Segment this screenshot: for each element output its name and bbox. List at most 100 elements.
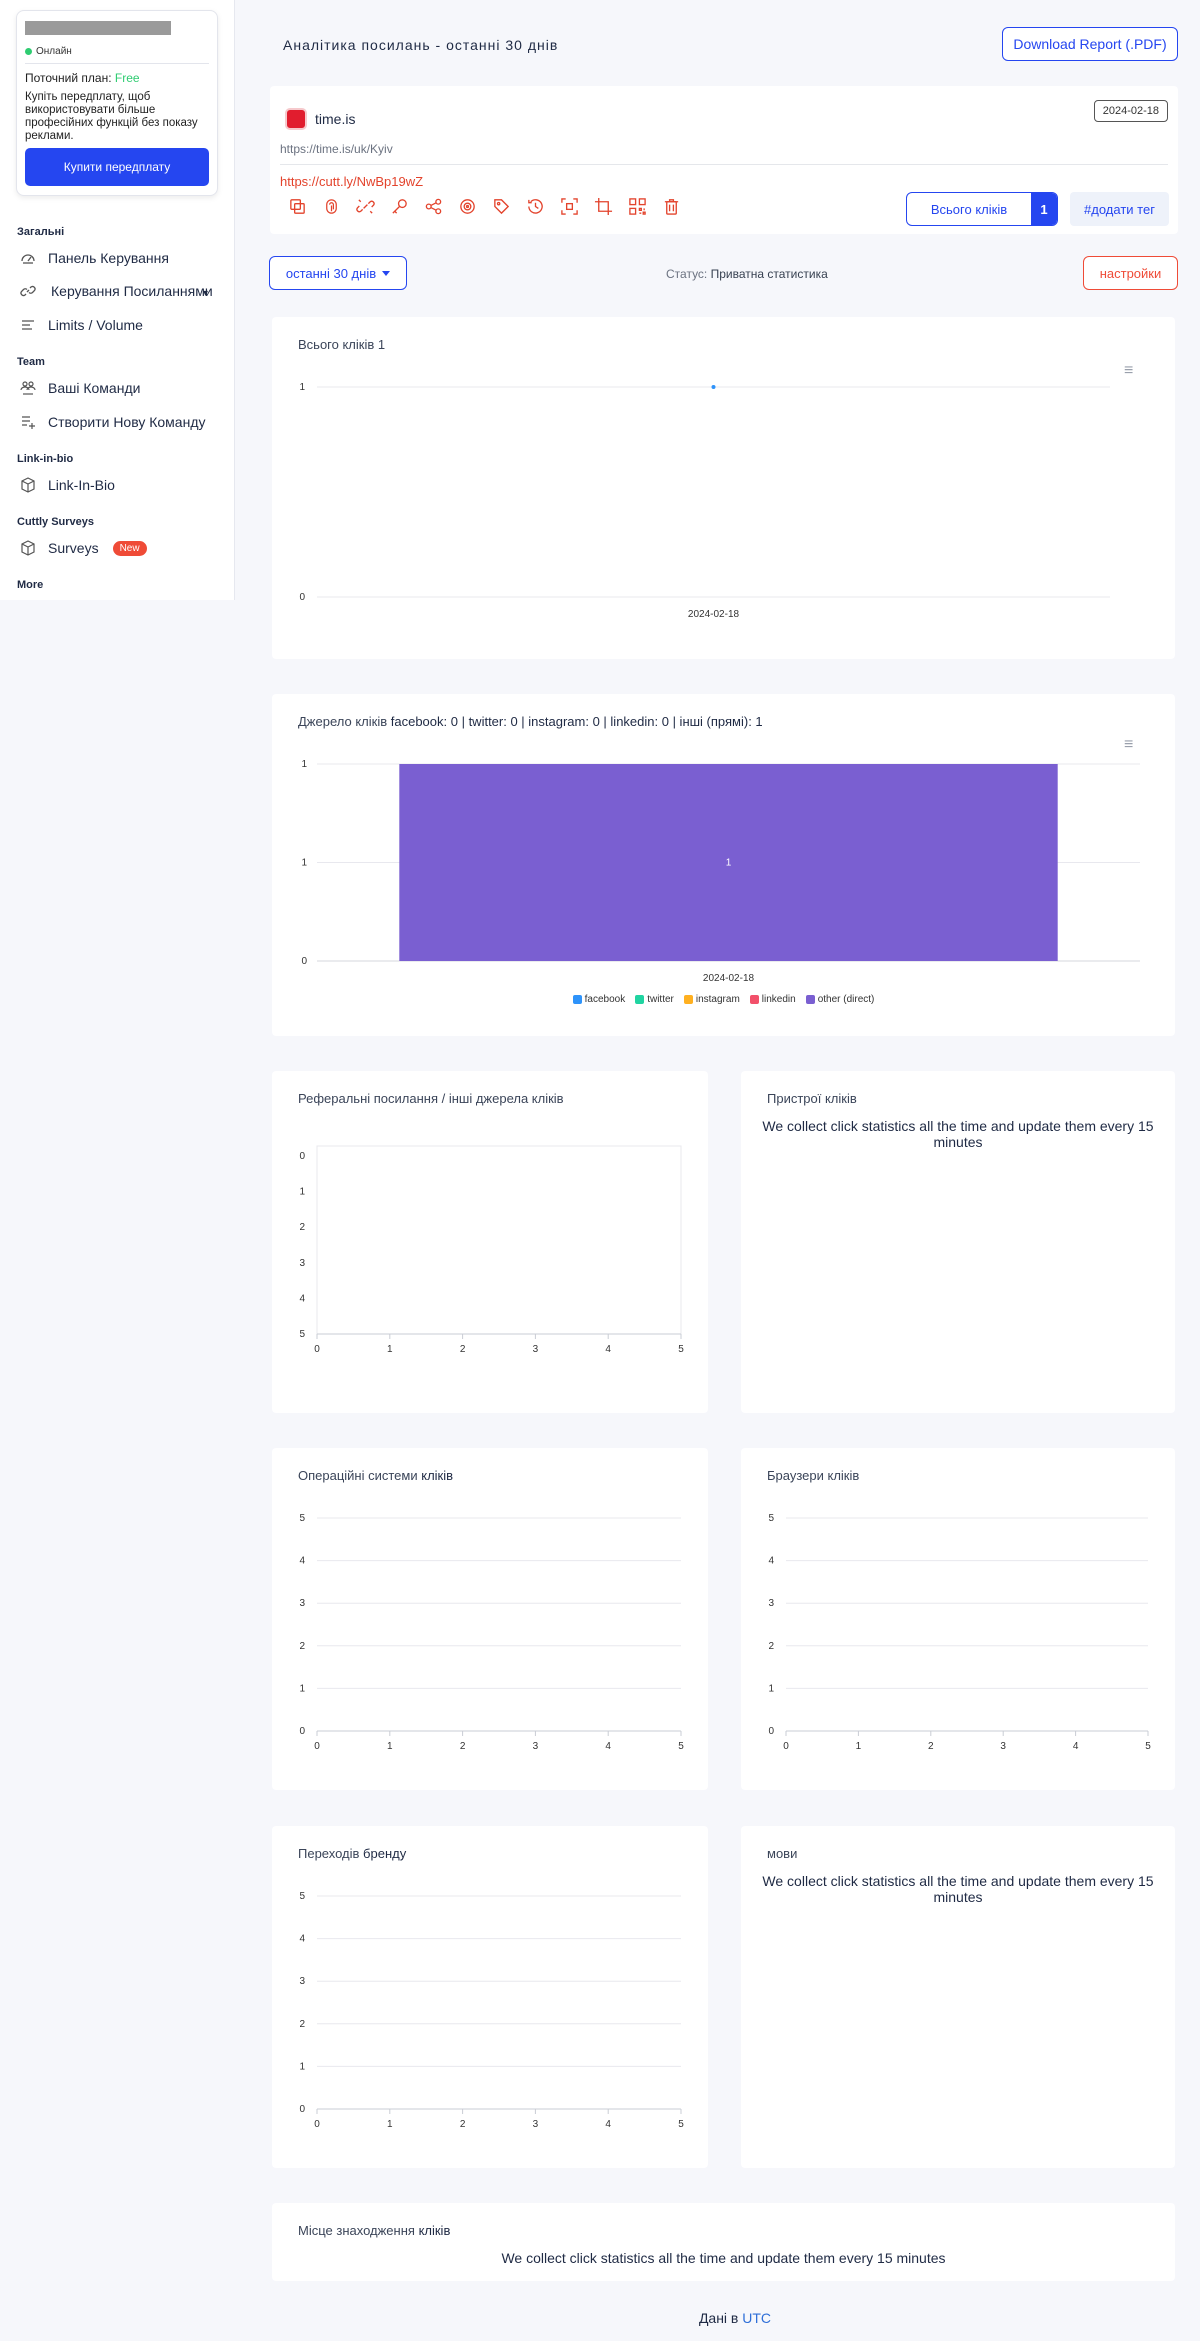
sidebar-item-label: Limits / Volume xyxy=(48,317,143,333)
nav-section-linkinbio: Link-in-bio xyxy=(17,453,74,465)
sidebar-item-dashboard[interactable]: Панель Керування xyxy=(20,250,169,266)
copy-icon[interactable] xyxy=(288,197,307,216)
sidebar-item-teams[interactable]: Ваші Команди xyxy=(20,380,140,396)
online-status: Онлайн xyxy=(25,46,72,57)
legend-item[interactable]: twitter xyxy=(635,994,674,1005)
legend-swatch xyxy=(805,995,815,1004)
total-clicks-label: Всього кліків xyxy=(930,201,1008,217)
sidebar-item-label: Surveys xyxy=(48,540,99,556)
legend-swatch xyxy=(683,995,693,1004)
x-tick-label: 0 xyxy=(314,1344,320,1355)
dashboard-gauge-icon xyxy=(20,250,36,266)
plan-value: Free xyxy=(114,71,140,85)
panel-title-text: Місце знаходження xyxy=(298,2223,419,2238)
y-tick-label: 0 xyxy=(299,1151,305,1162)
sidebar-item-label: Керування Посиланнями xyxy=(51,283,213,299)
legend-item[interactable]: linkedin xyxy=(749,994,796,1005)
link-edit-icon[interactable] xyxy=(356,197,375,216)
focus-icon[interactable] xyxy=(560,197,579,216)
add-team-icon xyxy=(20,414,36,430)
legend-label: facebook xyxy=(584,994,626,1005)
qr-code-icon[interactable] xyxy=(628,197,647,216)
target-icon[interactable] xyxy=(458,197,477,216)
x-tick-label: 5 xyxy=(678,2119,684,2130)
fingerprint-icon[interactable] xyxy=(322,197,341,216)
crop-icon[interactable] xyxy=(594,197,613,216)
y-tick-label: 0 xyxy=(299,592,305,603)
sidebar-item-label: Ваші Команди xyxy=(48,380,141,396)
y-tick-label: 4 xyxy=(768,1556,774,1567)
user-card: Онлайн Поточний план: Free Купіть передп… xyxy=(16,10,218,196)
nav-section-surveys: Cuttly Surveys xyxy=(17,516,95,528)
x-tick-label: 4 xyxy=(1073,1741,1079,1752)
buy-subscription-button[interactable]: Купити передплату xyxy=(25,148,209,186)
sidebar-item-linkinbio[interactable]: Link-In-Bio xyxy=(20,477,115,493)
panel-title-suffix: кліків xyxy=(418,2223,451,2238)
tag-icon[interactable] xyxy=(492,197,511,216)
share-icon[interactable] xyxy=(424,197,443,216)
x-tick-label: 1 xyxy=(387,1741,393,1752)
chevron-down-icon[interactable]: ▾ xyxy=(203,288,208,299)
panel-title: мови xyxy=(767,1846,798,1861)
x-tick-label: 2 xyxy=(460,2119,466,2130)
y-tick-label: 4 xyxy=(299,1556,305,1567)
nav-section-team: Team xyxy=(17,356,45,368)
period-dropdown[interactable]: останні 30 днів xyxy=(269,256,407,290)
new-badge: New xyxy=(112,540,147,556)
os-chart: 5 4 3 2 1 00 1 2 3 4 5 xyxy=(299,1513,684,1752)
x-tick-label: 1 xyxy=(856,1741,862,1752)
y-tick-label: 4 xyxy=(299,1934,305,1945)
total-clicks-button[interactable]: Всього кліків 1 xyxy=(906,192,1058,226)
chart-legend: facebook twitter instagram linkedin other (d… xyxy=(272,994,1175,1005)
total-clicks-panel: Всього кліків 1 ≡ 0 1 2024-02-18 xyxy=(272,317,1175,659)
key-icon[interactable] xyxy=(390,197,409,216)
legend-label: linkedin xyxy=(761,994,796,1005)
caret-down-icon xyxy=(382,270,391,276)
footer-timezone: Дані в UTC xyxy=(0,2310,1200,2326)
sidebar-item-surveys[interactable]: Surveys New xyxy=(20,540,147,556)
y-tick-label: 0 xyxy=(768,1726,774,1737)
x-tick-label: 5 xyxy=(678,1741,684,1752)
online-dot-icon xyxy=(25,48,32,55)
legend-item[interactable]: facebook xyxy=(572,994,626,1005)
x-tick-label: 4 xyxy=(605,1344,611,1355)
y-tick-label: 2 xyxy=(299,2019,305,2030)
x-tick-label: 5 xyxy=(1145,1741,1151,1752)
devices-panel: Пристрої кліків We collect click statist… xyxy=(741,1071,1175,1413)
location-panel: Місце знаходження кліків We collect clic… xyxy=(272,2203,1175,2281)
sidebar-item-limits[interactable]: Limits / Volume xyxy=(20,317,143,333)
created-date: 2024-02-18 xyxy=(1093,100,1168,122)
add-tag-button[interactable]: #додати тег xyxy=(1070,192,1169,226)
click-sources-panel: Джерело кліків facebook: 0 | twitter: 0 … xyxy=(272,694,1175,1036)
y-tick-label: 1 xyxy=(768,1683,774,1694)
link-icon xyxy=(20,283,36,299)
browsers-panel: Браузери кліків 543210012345 xyxy=(741,1448,1175,1790)
x-tick-label: 0 xyxy=(314,1741,320,1752)
collect-message: We collect click statistics all the time… xyxy=(762,1873,1154,1905)
history-icon[interactable] xyxy=(526,197,545,216)
total-clicks-count: 1 xyxy=(1031,193,1057,225)
legend-item[interactable]: instagram xyxy=(683,994,740,1005)
y-tick-label: 3 xyxy=(299,1258,305,1269)
y-tick-label: 3 xyxy=(768,1598,774,1609)
sidebar-item-label: Link-In-Bio xyxy=(48,477,115,493)
y-tick-label: 2 xyxy=(768,1641,774,1652)
legend-item[interactable]: other (direct) xyxy=(805,994,874,1005)
y-tick-label: 1 xyxy=(299,1683,305,1694)
timezone-link[interactable]: UTC xyxy=(742,2310,771,2326)
online-status-label: Онлайн xyxy=(36,46,72,57)
sidebar-item-new-team[interactable]: Створити Нову Команду xyxy=(20,414,206,430)
legend-swatch xyxy=(635,995,645,1004)
settings-button[interactable]: настройки xyxy=(1083,256,1178,290)
short-url[interactable]: https://cutt.ly/NwBp19wZ xyxy=(280,174,423,189)
link-toolbar xyxy=(288,197,681,216)
trash-icon[interactable] xyxy=(662,197,681,216)
x-tick-label: 2 xyxy=(460,1741,466,1752)
download-report-button[interactable]: Download Report (.PDF) xyxy=(1002,27,1178,61)
x-tick-label: 0 xyxy=(314,2119,320,2130)
stats-status: Статус: Приватна статистика xyxy=(666,267,828,281)
long-url[interactable]: https://time.is/uk/Kyiv xyxy=(280,142,393,156)
sidebar-item-links[interactable]: Керування Посиланнями xyxy=(20,283,213,299)
referrals-panel: Реферальні посилання / інші джерела клік… xyxy=(272,1071,708,1413)
nav-section-more: More xyxy=(17,579,44,591)
